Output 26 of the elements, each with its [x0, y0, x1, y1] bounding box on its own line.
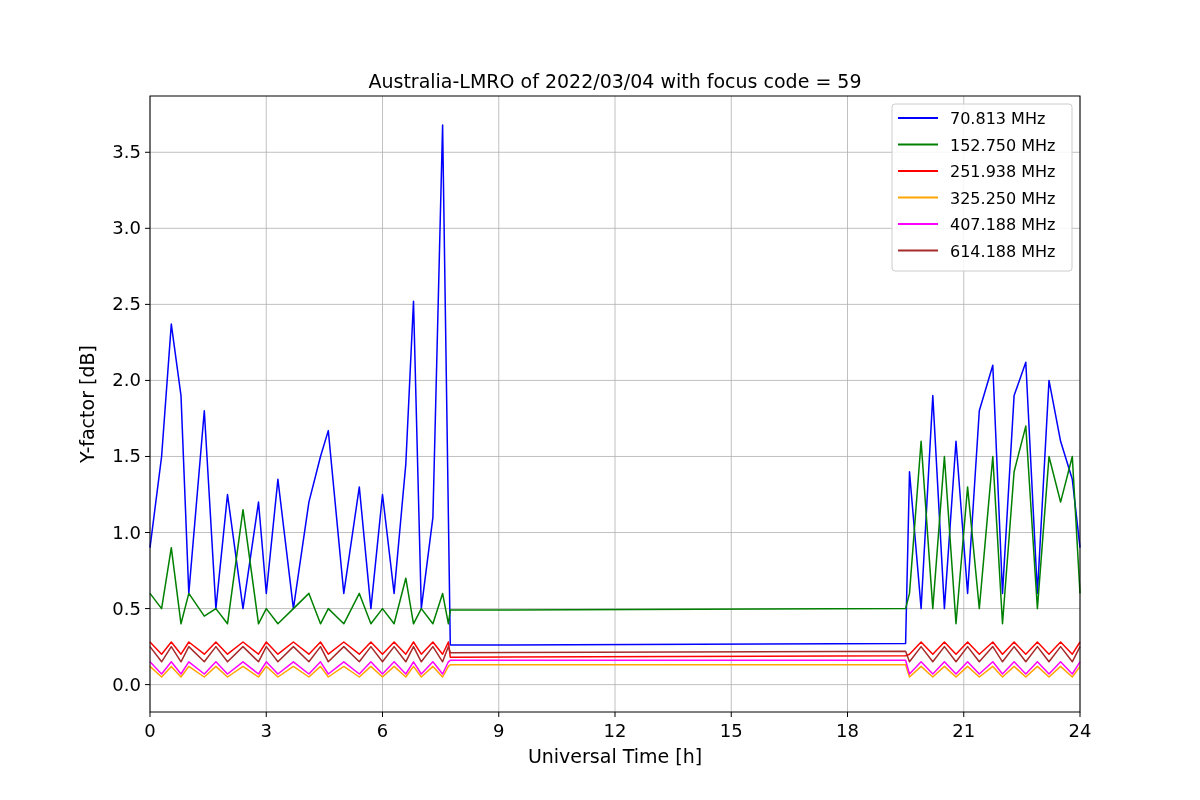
legend-label: 407.188 MHz — [950, 215, 1056, 234]
x-tick-label: 18 — [836, 720, 859, 741]
x-tick-label: 6 — [376, 720, 389, 741]
x-tick-label: 15 — [719, 720, 743, 741]
x-tick-label: 3 — [260, 720, 272, 741]
x-tick-label: 21 — [952, 720, 976, 741]
y-tick-label: 2.5 — [112, 293, 141, 315]
x-tick-label: 9 — [493, 720, 505, 741]
legend-label: 325.250 MHz — [950, 188, 1056, 208]
y-axis-label: Y-factor [dB] — [76, 345, 98, 463]
legend-label: 251.938 MHz — [950, 162, 1056, 181]
x-tick-label: 12 — [603, 720, 627, 741]
y-tick-label: 2.0 — [112, 369, 141, 391]
y-tick-label: 0.5 — [112, 597, 141, 619]
x-axis-label: Universal Time [h] — [527, 745, 703, 767]
chart-title: Australia-LMRO of 2022/03/04 with focus code = 59 — [368, 70, 862, 92]
legend-label: 614.188 MHz — [950, 241, 1056, 261]
x-tick-label: 0 — [144, 720, 156, 741]
legend-label: 152.750 MHz — [950, 135, 1056, 155]
y-tick-label: 1.0 — [112, 521, 141, 543]
x-tick-label: 24 — [1068, 720, 1092, 741]
y-tick-label: 1.5 — [112, 445, 141, 467]
y-tick-label: 3.0 — [112, 217, 141, 239]
y-tick-label: 3.5 — [112, 141, 141, 163]
y-tick-label: 0.0 — [112, 673, 141, 695]
legend-label: 70.813 MHz — [950, 109, 1046, 128]
